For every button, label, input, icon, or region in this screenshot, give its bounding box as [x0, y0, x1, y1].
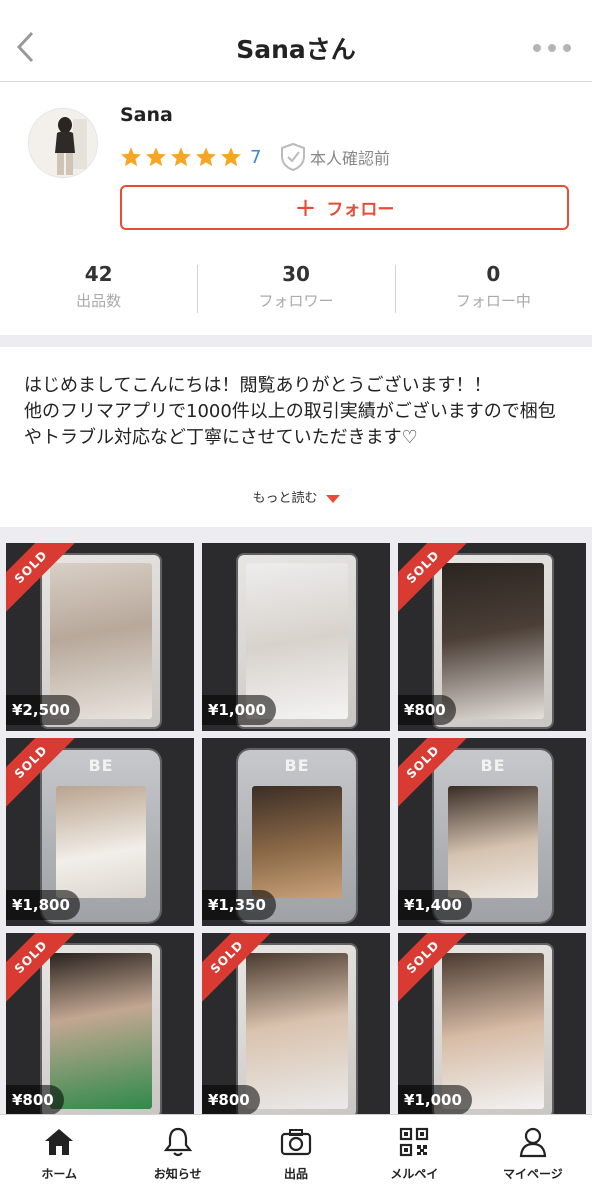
stat-listings[interactable]: 42 出品数 — [0, 262, 197, 322]
item-grid-section: SOLD ¥2,500 ¥1,000 SOLD ¥800 BE SOLD ¥1,800 BE ¥1… — [0, 527, 592, 1115]
person-icon — [519, 1127, 547, 1158]
star-icon — [121, 147, 141, 167]
photocard-picture — [56, 786, 146, 898]
qr-code-icon — [400, 1127, 429, 1157]
price-tag: ¥2,500 — [6, 695, 80, 725]
star-icon — [171, 147, 191, 167]
product-tile[interactable]: SOLD ¥800 — [6, 933, 194, 1115]
user-name: Sana — [120, 104, 173, 126]
read-more-label: もっと読む — [252, 491, 318, 506]
star-icon — [196, 147, 216, 167]
stat-label: フォロワー — [258, 292, 334, 310]
product-tile[interactable]: BE ¥1,350 — [202, 738, 390, 926]
tab-merpay[interactable]: メルペイ — [355, 1115, 473, 1200]
plus-icon: + — [294, 192, 317, 223]
be-logo: BE — [480, 756, 506, 775]
tab-label: 出品 — [284, 1167, 309, 1181]
more-menu-button[interactable] — [532, 38, 572, 58]
price-tag: ¥800 — [398, 695, 456, 725]
tab-label: お知らせ — [153, 1167, 202, 1181]
product-tile[interactable]: SOLD ¥800 — [202, 933, 390, 1115]
tab-sell[interactable]: 出品 — [237, 1115, 355, 1200]
app-header: Sanaさん — [0, 0, 592, 82]
verification-status: 本人確認前 — [280, 142, 390, 172]
price-tag: ¥1,000 — [202, 695, 276, 725]
tab-label: ホーム — [41, 1167, 78, 1181]
stat-value: 42 — [84, 262, 113, 286]
stat-value: 30 — [282, 262, 310, 286]
rating-count[interactable]: 7 — [250, 147, 261, 168]
home-icon — [45, 1129, 74, 1155]
follow-label: フォロー — [326, 200, 395, 220]
rating-stars[interactable]: 7 — [120, 146, 261, 168]
bio-section: はじめましてこんにちは！閲覧ありがとうございます！！ 他のフリマアプリで1000… — [0, 347, 592, 527]
bell-icon — [163, 1127, 192, 1157]
be-logo: BE — [88, 756, 114, 775]
tab-label: マイページ — [502, 1167, 563, 1181]
photocard-picture — [50, 953, 152, 1109]
price-tag: ¥800 — [6, 1085, 64, 1115]
photocard-picture — [448, 786, 538, 898]
price-tag: ¥1,800 — [6, 890, 80, 920]
star-icon — [221, 147, 241, 167]
page-title: Sanaさん — [236, 35, 356, 64]
avatar[interactable] — [28, 108, 98, 178]
tab-notifications[interactable]: お知らせ — [118, 1115, 236, 1200]
read-more-button[interactable]: もっと読む — [0, 487, 592, 506]
stat-following[interactable]: 0 フォロー中 — [394, 262, 592, 322]
price-tag: ¥1,350 — [202, 890, 276, 920]
avatar-image — [29, 109, 97, 177]
more-dots-icon — [533, 44, 571, 52]
tab-label: メルペイ — [390, 1167, 439, 1181]
photocard-picture — [442, 563, 544, 719]
product-tile[interactable]: SOLD ¥2,500 — [6, 543, 194, 731]
follow-button[interactable]: + フォロー — [120, 185, 569, 230]
product-tile[interactable]: SOLD ¥1,000 — [398, 933, 586, 1115]
profile-stats: 42 出品数 30 フォロワー 0 フォロー中 — [0, 262, 592, 322]
section-divider — [0, 335, 592, 347]
tab-home[interactable]: ホーム — [0, 1115, 118, 1200]
bio-text: はじめましてこんにちは！閲覧ありがとうございます！！ 他のフリマアプリで1000… — [24, 375, 556, 448]
price-tag: ¥1,400 — [398, 890, 472, 920]
photocard-picture — [246, 953, 348, 1109]
profile-section: Sana 7 本人確認前 + フォロー 42 出品数 30 フォロワー 0 フォ… — [0, 82, 592, 335]
stat-label: フォロー中 — [455, 292, 531, 310]
stat-followers[interactable]: 30 フォロワー — [197, 262, 394, 322]
item-grid: SOLD ¥2,500 ¥1,000 SOLD ¥800 BE SOLD ¥1,800 BE ¥1… — [6, 543, 590, 1115]
shield-check-icon — [281, 142, 305, 172]
be-logo: BE — [284, 756, 310, 775]
price-tag: ¥1,000 — [398, 1085, 472, 1115]
bottom-tab-bar: ホーム お知らせ 出品 メルペイ マイページ — [0, 1114, 592, 1200]
product-tile[interactable]: SOLD ¥800 — [398, 543, 586, 731]
star-icon — [146, 147, 166, 167]
photocard-picture — [252, 786, 342, 898]
product-tile[interactable]: BE SOLD ¥1,800 — [6, 738, 194, 926]
product-tile[interactable]: ¥1,000 — [202, 543, 390, 731]
camera-icon — [280, 1129, 312, 1156]
triangle-down-icon — [325, 494, 340, 503]
tab-mypage[interactable]: マイページ — [474, 1115, 592, 1200]
stat-value: 0 — [486, 262, 501, 286]
stat-label: 出品数 — [76, 292, 122, 310]
product-tile[interactable]: BE SOLD ¥1,400 — [398, 738, 586, 926]
verification-label: 本人確認前 — [310, 149, 391, 168]
price-tag: ¥800 — [202, 1085, 260, 1115]
